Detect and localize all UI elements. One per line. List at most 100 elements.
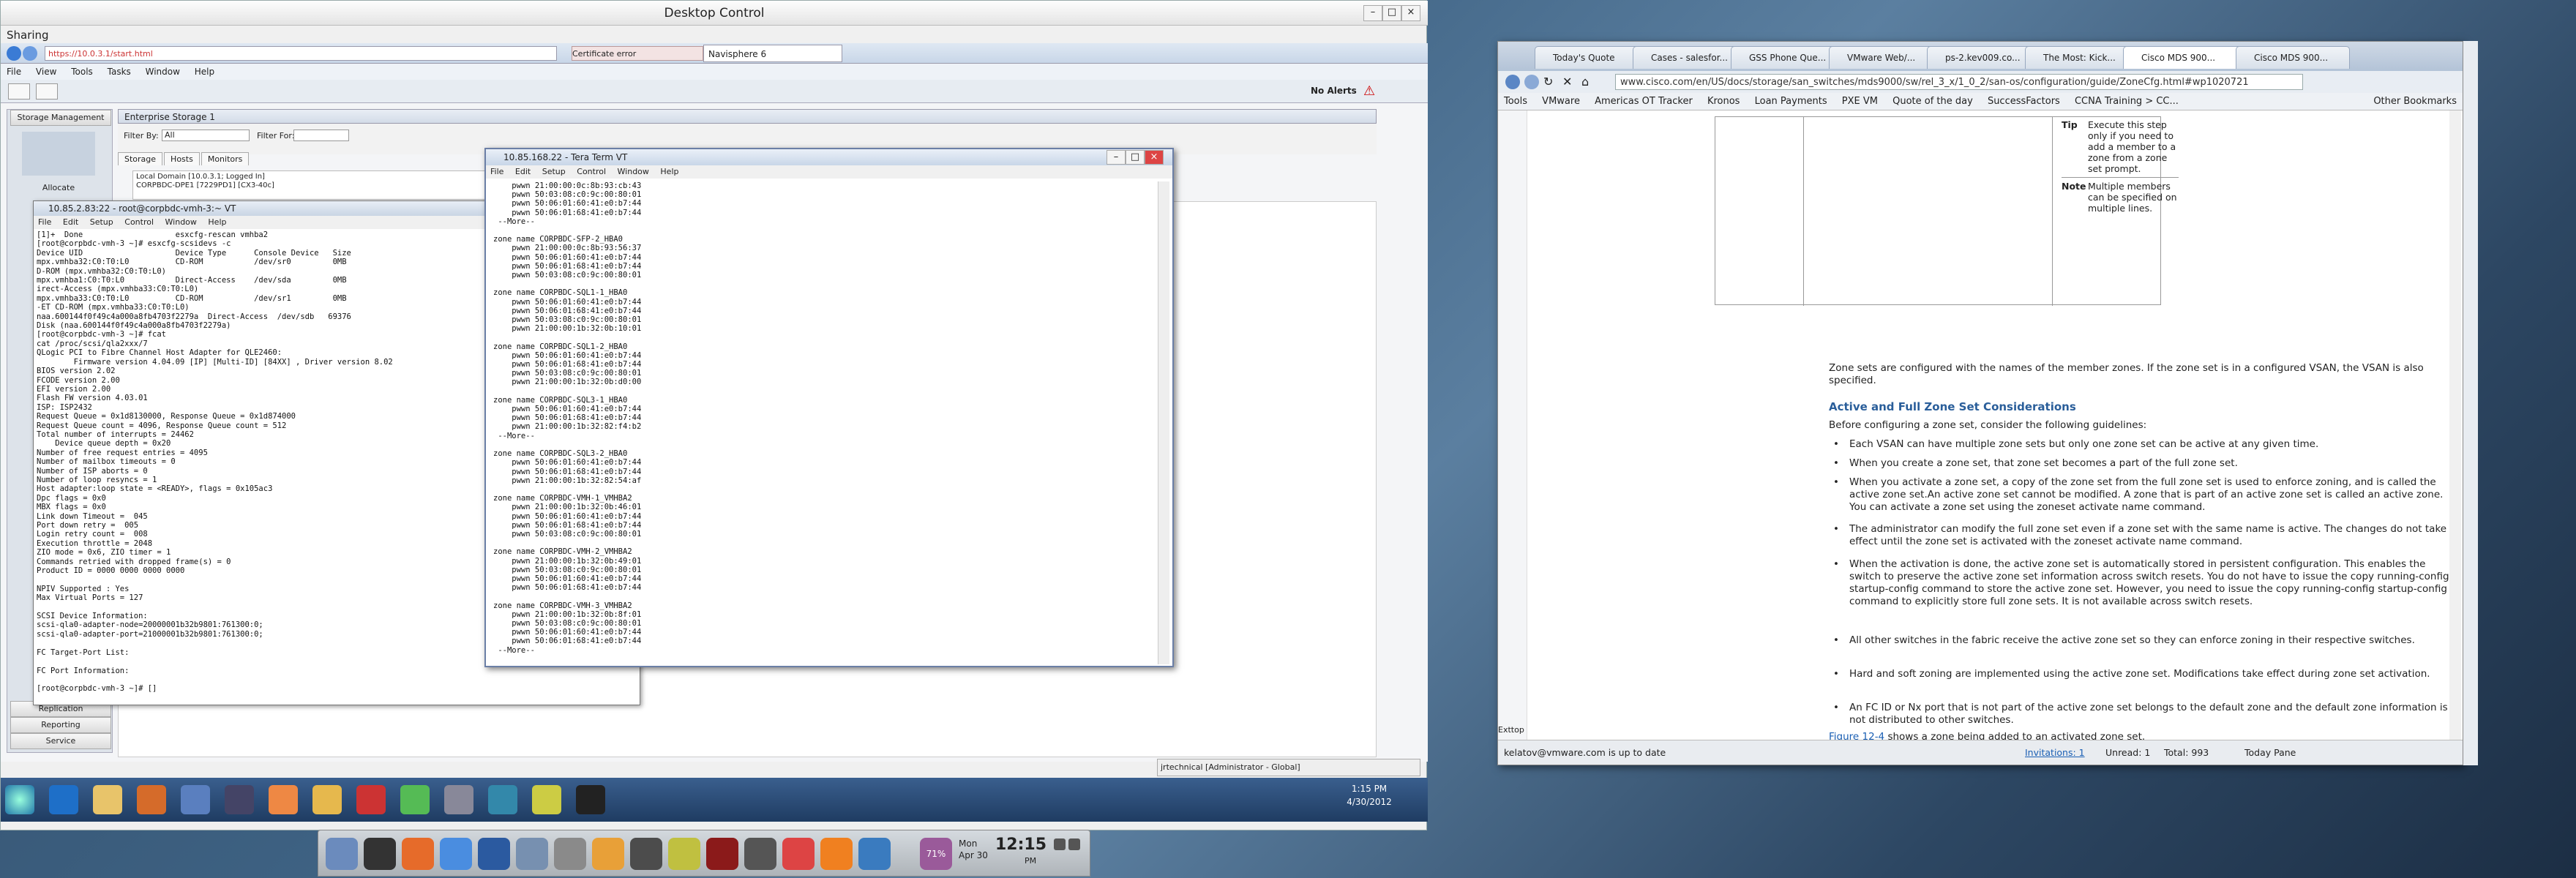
ff-reload-icon[interactable]: ↻	[1543, 75, 1558, 89]
menu-tasks[interactable]: Tasks	[108, 67, 131, 77]
tt-close-button[interactable]: ×	[1145, 150, 1164, 165]
filter-by-select[interactable]: All	[162, 130, 250, 141]
vt-menu-control[interactable]: Control	[124, 217, 154, 227]
vlc-icon[interactable]	[820, 838, 853, 870]
maximize-button[interactable]: □	[1382, 5, 1401, 21]
ff-tab-8[interactable]: Cisco MDS 900...	[2236, 46, 2350, 69]
vm-icon[interactable]	[592, 838, 624, 870]
tree-local-domain[interactable]: Local Domain [10.0.3.1; Logged In]	[136, 173, 509, 181]
pidgin-icon[interactable]	[706, 838, 738, 870]
thunderbird-icon[interactable]	[478, 838, 510, 870]
folder-icon[interactable]	[312, 785, 342, 814]
network-icon[interactable]	[225, 785, 254, 814]
tt-menu-control[interactable]: Control	[577, 167, 606, 176]
nav-service[interactable]: Service	[10, 733, 111, 749]
ff-tab-3[interactable]: GSS Phone Que...	[1731, 46, 1845, 69]
media-icon[interactable]	[137, 785, 166, 814]
firefox-icon[interactable]	[402, 838, 434, 870]
ff-home-icon[interactable]: ⌂	[1581, 75, 1596, 89]
vsphere-icon[interactable]	[181, 785, 210, 814]
vt-menu-window[interactable]: Window	[165, 217, 197, 227]
today-pane[interactable]: Today Pane	[2244, 740, 2296, 765]
ff-url-input[interactable]: www.cisco.com/en/US/docs/storage/san_swi…	[1615, 74, 2303, 90]
certificate-error[interactable]: Certificate error	[572, 46, 703, 61]
notes-icon[interactable]	[532, 785, 561, 814]
minimize-button[interactable]: –	[1363, 5, 1382, 21]
tab-storage[interactable]: Storage	[118, 152, 163, 165]
ff-scrollbar[interactable]	[2449, 110, 2461, 740]
vt-menu-file[interactable]: File	[38, 217, 51, 227]
battery-icon[interactable]: 71%	[920, 838, 952, 870]
chrome-icon[interactable]	[269, 785, 298, 814]
tt-minimize-button[interactable]: –	[1107, 150, 1126, 165]
monitor-icon[interactable]	[630, 838, 662, 870]
tab-navisphere[interactable]: Navisphere 6	[703, 45, 842, 62]
menu-view[interactable]: View	[36, 67, 56, 77]
chrome-dock-icon[interactable]	[440, 838, 472, 870]
terminal-dock-icon[interactable]	[364, 838, 396, 870]
home-icon[interactable]	[8, 83, 30, 100]
vt-menu-edit[interactable]: Edit	[63, 217, 78, 227]
files-icon[interactable]	[326, 838, 358, 870]
ff-tab-5[interactable]: ps-2.kev009.co...	[1927, 46, 2041, 69]
nav-storage-management[interactable]: Storage Management	[10, 110, 111, 126]
address-input[interactable]: https://10.0.3.1/start.html	[45, 46, 557, 61]
ff-tab-4[interactable]: VMware Web/...	[1829, 46, 1943, 69]
bm-kronos[interactable]: Kronos	[1707, 96, 1740, 107]
tt-menu-window[interactable]: Window	[618, 167, 649, 176]
palette-icon[interactable]	[782, 838, 815, 870]
forward-icon[interactable]	[23, 46, 37, 61]
bm-successfactors[interactable]: SuccessFactors	[1988, 96, 2060, 107]
bm-americas[interactable]: Americas OT Tracker	[1595, 96, 1693, 107]
taskbar-clock[interactable]: 1:15 PM 4/30/2012	[1333, 782, 1406, 811]
start-button[interactable]	[5, 785, 34, 814]
menu-file[interactable]: File	[7, 67, 21, 77]
ff-forward-icon[interactable]	[1524, 75, 1539, 89]
ff-stop-icon[interactable]: ✕	[1562, 75, 1577, 89]
pdf-icon[interactable]	[356, 785, 386, 814]
ff-tab-2[interactable]: Cases - salesfor...	[1633, 46, 1747, 69]
tree-corpbdc-dpe1[interactable]: CORPBDC-DPE1 [7229PD1] [CX3-40c]	[136, 181, 509, 190]
bm-other[interactable]: Other Bookmarks	[2373, 93, 2457, 110]
vt-menu-help[interactable]: Help	[208, 217, 226, 227]
menu-window[interactable]: Window	[146, 67, 180, 77]
camera-icon[interactable]	[744, 838, 776, 870]
tt-maximize-button[interactable]: □	[1126, 150, 1145, 165]
network-dock-icon[interactable]	[516, 838, 548, 870]
bm-quote[interactable]: Quote of the day	[1892, 96, 1973, 107]
explorer-icon[interactable]	[93, 785, 122, 814]
bm-ccna[interactable]: CCNA Training > CC...	[2075, 96, 2179, 107]
tt-menu-edit[interactable]: Edit	[515, 167, 531, 176]
settings-icon[interactable]	[36, 83, 58, 100]
vt-menu-setup[interactable]: Setup	[90, 217, 113, 227]
close-button[interactable]: ×	[1401, 5, 1420, 21]
tab-monitors[interactable]: Monitors	[201, 152, 250, 165]
teraterm-output[interactable]: pwwn 21:00:00:0c:8b:93:cb:43 pwwn 50:03:…	[493, 181, 1152, 664]
filter-for-select[interactable]	[293, 130, 349, 141]
globe-dock-icon[interactable]	[858, 838, 891, 870]
tt-menu-setup[interactable]: Setup	[542, 167, 566, 176]
invitations-link[interactable]: Invitations: 1	[2025, 740, 2085, 765]
notes-dock-icon[interactable]	[668, 838, 700, 870]
app-icon[interactable]	[400, 785, 430, 814]
menu-help[interactable]: Help	[195, 67, 214, 77]
ff-tab-6[interactable]: The Most: Kick...	[2025, 46, 2139, 69]
bm-loan[interactable]: Loan Payments	[1755, 96, 1827, 107]
bm-vmware[interactable]: VMware	[1542, 96, 1580, 107]
nav-reporting[interactable]: Reporting	[10, 717, 111, 733]
nav-allocate[interactable]: Allocate	[22, 183, 95, 192]
back-icon[interactable]	[7, 46, 21, 61]
teraterm-scrollbar[interactable]	[1158, 181, 1169, 664]
terminal-icon[interactable]	[576, 785, 605, 814]
globe-icon[interactable]	[488, 785, 517, 814]
ff-tab-7[interactable]: Cisco MDS 900...	[2123, 46, 2252, 69]
putty-icon[interactable]	[444, 785, 473, 814]
sidebar-item-exttop[interactable]: Exttop	[1498, 725, 1586, 735]
tt-menu-help[interactable]: Help	[660, 167, 678, 176]
ff-back-icon[interactable]	[1505, 75, 1520, 89]
bm-tools[interactable]: Tools	[1504, 96, 1527, 107]
tt-menu-file[interactable]: File	[490, 167, 503, 176]
tab-hosts[interactable]: Hosts	[164, 152, 200, 165]
ff-tab-1[interactable]: Today's Quote	[1535, 46, 1649, 69]
allocate-icon[interactable]	[22, 132, 95, 176]
